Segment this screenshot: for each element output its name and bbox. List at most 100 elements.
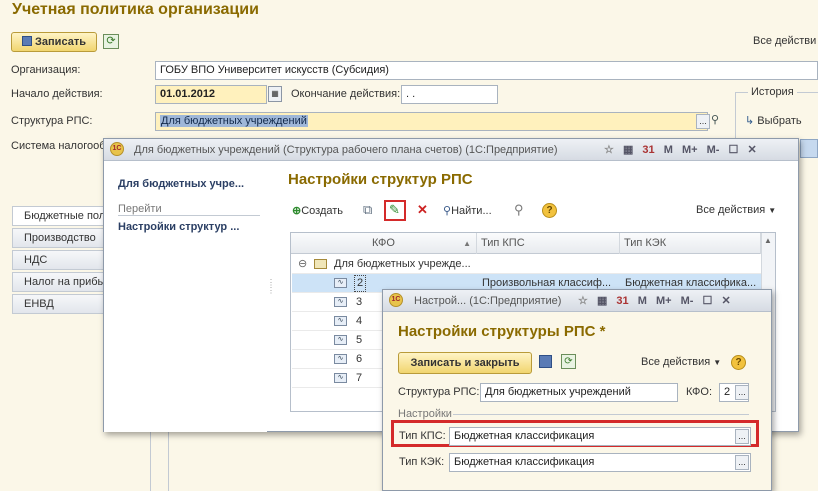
folder-icon bbox=[314, 259, 327, 269]
tabs-content-border-inner bbox=[168, 430, 169, 491]
find-button[interactable]: ⚲Найти... bbox=[443, 204, 492, 217]
settings-window-title: Настрой... (1С:Предприятие) bbox=[414, 295, 562, 307]
save-and-close-button[interactable]: Записать и закрыть bbox=[398, 352, 532, 374]
memory-plus-icon[interactable]: M+ bbox=[682, 139, 698, 161]
rps-window-titlebar: 1С Для бюджетных учреждений (Структура р… bbox=[104, 139, 798, 161]
list-all-actions-menu[interactable]: Все действия ▼ bbox=[696, 204, 776, 216]
column-kfo[interactable]: КФО ▲ bbox=[291, 233, 477, 254]
calendar-icon[interactable]: ▦ bbox=[268, 86, 282, 102]
edit-button-highlighted[interactable]: ✎ bbox=[384, 200, 406, 221]
cancel-search-icon[interactable]: ⚲ bbox=[514, 202, 524, 218]
settings-group-line bbox=[453, 414, 749, 415]
dropdown-arrow-icon: ▼ bbox=[768, 206, 777, 215]
nav-panel: Для бюджетных учре... Перейти Настройки … bbox=[104, 162, 267, 432]
tab-envd[interactable]: ЕНВД bbox=[12, 294, 104, 314]
memory-minus-icon[interactable]: M- bbox=[681, 290, 694, 312]
calendar-tool-icon[interactable]: 31 bbox=[642, 139, 654, 161]
table-icon[interactable]: ▦ bbox=[597, 290, 607, 312]
organization-field[interactable]: ГОБУ ВПО Университет искусств (Субсидия) bbox=[155, 61, 818, 80]
maximize-icon[interactable]: ☐ bbox=[729, 139, 739, 161]
kps-type-field[interactable]: Бюджетная классификация bbox=[449, 427, 751, 446]
start-date-field[interactable]: 01.01.2012 bbox=[155, 85, 267, 104]
end-date-label: Окончание действия: bbox=[291, 88, 401, 100]
list-all-actions-label: Все действия bbox=[696, 204, 766, 216]
nav-item-settings[interactable]: Настройки структур ... bbox=[118, 221, 239, 233]
rps-structure-choose-button[interactable]: ... bbox=[696, 114, 710, 129]
memory-icon[interactable]: M bbox=[664, 139, 673, 161]
memory-minus-icon[interactable]: M- bbox=[707, 139, 720, 161]
list-toolbar: ⊕Создать ⧉ ✎ ✕ ⚲Найти... ⚲ ? Все действи… bbox=[290, 200, 784, 222]
settings-all-actions-menu[interactable]: Все действия ▼ bbox=[641, 356, 721, 368]
find-label: Найти... bbox=[451, 205, 492, 217]
nav-divider bbox=[118, 215, 260, 216]
delete-icon[interactable]: ✕ bbox=[417, 202, 428, 218]
tab-profit-tax[interactable]: Налог на прибы bbox=[12, 272, 104, 292]
group-row[interactable]: ⊖ Для бюджетных учрежде... bbox=[292, 255, 761, 274]
kfo-cell: 6 bbox=[356, 353, 363, 365]
settings-rps-field[interactable]: Для бюджетных учреждений bbox=[480, 383, 678, 402]
create-button[interactable]: ⊕Создать bbox=[292, 204, 343, 217]
calendar-tool-icon[interactable]: 31 bbox=[616, 290, 628, 312]
settings-group-label: Настройки bbox=[398, 408, 452, 420]
star-icon[interactable]: ☆ bbox=[578, 290, 588, 312]
kfo-cell: 4 bbox=[356, 315, 363, 327]
scroll-up-icon[interactable]: ▲ bbox=[764, 236, 772, 245]
close-icon[interactable]: ✕ bbox=[721, 290, 730, 312]
create-label: Создать bbox=[301, 205, 344, 217]
group-row-label: Для бюджетных учрежде... bbox=[334, 258, 471, 270]
star-icon[interactable]: ☆ bbox=[604, 139, 614, 161]
save-disk-icon[interactable] bbox=[539, 355, 552, 368]
settings-kfo-label: КФО: bbox=[686, 386, 713, 398]
copy-icon[interactable]: ⧉ bbox=[363, 202, 372, 218]
table-icon[interactable]: ▦ bbox=[623, 139, 633, 161]
tab-vat[interactable]: НДС bbox=[12, 250, 104, 270]
panel-splitter[interactable]: ⋮ ⋮ bbox=[267, 279, 275, 315]
pencil-icon: ✎ bbox=[389, 202, 400, 217]
settings-kfo-choose-button[interactable]: ... bbox=[735, 385, 749, 400]
kfo-cell: 3 bbox=[356, 296, 363, 308]
find-icon: ⚲ bbox=[443, 205, 452, 217]
row-icon: ∿ bbox=[334, 373, 347, 383]
end-date-field[interactable]: . . bbox=[401, 85, 498, 104]
all-actions-menu[interactable]: Все действи bbox=[753, 35, 816, 47]
kek-type-label: Тип КЭК: bbox=[399, 456, 445, 468]
maximize-icon[interactable]: ☐ bbox=[703, 290, 713, 312]
column-kps[interactable]: Тип КПС bbox=[477, 233, 620, 254]
kek-type-field[interactable]: Бюджетная классификация bbox=[449, 453, 751, 472]
list-heading: Настройки структур РПС bbox=[288, 171, 473, 188]
help-icon[interactable]: ? bbox=[542, 203, 557, 218]
sort-asc-icon: ▲ bbox=[463, 239, 471, 248]
row-icon: ∿ bbox=[334, 297, 347, 307]
nav-title[interactable]: Для бюджетных учре... bbox=[118, 178, 244, 190]
search-icon[interactable]: ⚲ bbox=[711, 113, 726, 129]
row-icon: ∿ bbox=[334, 354, 347, 364]
settings-window-tools: ☆ ▦ 31 M M+ M- ☐ ✕ bbox=[578, 290, 737, 312]
memory-icon[interactable]: M bbox=[638, 290, 647, 312]
column-kfo-label: КФО bbox=[372, 237, 395, 249]
create-icon: ⊕ bbox=[292, 205, 302, 217]
refresh-icon[interactable]: ⟳ bbox=[561, 354, 576, 369]
dropdown-arrow-icon: ▼ bbox=[713, 358, 722, 367]
help-icon[interactable]: ? bbox=[731, 355, 746, 370]
column-kek-label: Тип КЭК bbox=[624, 237, 667, 249]
tax-system-select-strip[interactable] bbox=[800, 139, 818, 158]
start-date-label: Начало действия: bbox=[11, 88, 103, 100]
kps-type-choose-button[interactable]: ... bbox=[735, 429, 749, 444]
rps-settings-window: 1С Настрой... (1С:Предприятие) ☆ ▦ 31 M … bbox=[382, 289, 772, 491]
column-kek[interactable]: Тип КЭК bbox=[620, 233, 761, 254]
collapse-icon: ⊖ bbox=[298, 258, 308, 270]
row-icon: ∿ bbox=[334, 316, 347, 326]
kfo-cell: 2 bbox=[354, 275, 367, 292]
rps-structure-field[interactable]: Для бюджетных учреждений bbox=[155, 112, 708, 131]
tab-budget-policy[interactable]: Бюджетные пол bbox=[12, 206, 104, 226]
refresh-icon[interactable]: ⟳ bbox=[103, 34, 119, 49]
save-button[interactable]: Записать bbox=[11, 32, 97, 52]
select-history-button[interactable]: ↳ Выбрать bbox=[745, 114, 802, 127]
tab-production[interactable]: Производство bbox=[12, 228, 104, 248]
close-icon[interactable]: ✕ bbox=[747, 139, 756, 161]
kek-type-choose-button[interactable]: ... bbox=[735, 455, 749, 470]
grid-header: КФО ▲ Тип КПС Тип КЭК bbox=[291, 233, 775, 254]
memory-plus-icon[interactable]: M+ bbox=[656, 290, 672, 312]
kfo-cell: 7 bbox=[356, 372, 363, 384]
rps-structure-value: Для бюджетных учреждений bbox=[160, 115, 308, 127]
